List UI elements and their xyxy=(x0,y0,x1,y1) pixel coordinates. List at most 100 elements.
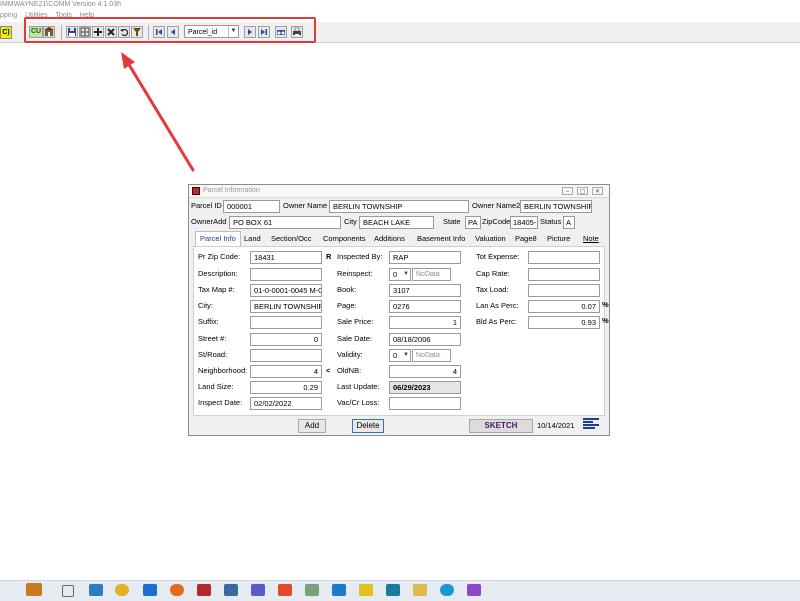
briefcase-icon[interactable] xyxy=(26,583,42,596)
suffix-label: Suffix: xyxy=(198,317,219,326)
minimize-icon[interactable]: – xyxy=(562,187,573,195)
st-road-field[interactable] xyxy=(250,349,322,362)
zip-code-label: ZipCode xyxy=(482,217,511,226)
restore-icon[interactable]: ▢ xyxy=(577,187,588,195)
book-label: Book: xyxy=(337,285,357,294)
page-field[interactable]: 0276 xyxy=(389,300,461,313)
vac-cr-loss-field[interactable] xyxy=(389,397,461,410)
task-view-icon[interactable] xyxy=(62,585,74,597)
tab-parcel-info[interactable]: Parcel Info xyxy=(195,231,241,247)
city-label-col: City: xyxy=(198,301,213,310)
lan-as-perc-label: Lan As Perc: xyxy=(476,301,519,310)
oldnb-field[interactable]: 4 xyxy=(389,365,461,378)
footer-date: 10/14/2021 xyxy=(537,421,575,430)
owner-name2-label: Owner Name2 xyxy=(472,201,521,210)
explorer-icon[interactable] xyxy=(413,584,427,596)
tab-section-occ[interactable]: Section/Occ xyxy=(271,232,311,246)
app-icon xyxy=(192,187,200,195)
land-size-field[interactable]: 0.29 xyxy=(250,381,322,394)
tab-basement-info[interactable]: Basement Info xyxy=(417,232,465,246)
vscode-icon[interactable] xyxy=(332,584,346,596)
cap-rate-label: Cap Rate: xyxy=(476,269,510,278)
reinspect-select[interactable]: 0 ▼ NoData xyxy=(389,268,461,281)
inspected-by-field[interactable]: RAP xyxy=(389,251,461,264)
validity-nodata: NoData xyxy=(412,349,451,362)
neighborhood-field[interactable]: 4 xyxy=(250,365,322,378)
zip-code-field[interactable]: 18405- xyxy=(510,216,538,229)
firefox-icon[interactable] xyxy=(170,584,184,596)
app-icon[interactable] xyxy=(305,584,319,596)
validity-select[interactable]: 0 ▼ NoData xyxy=(389,349,461,362)
city-label: City xyxy=(344,217,357,226)
state-label: State xyxy=(443,217,461,226)
dialog-title-bar[interactable]: Parcel Information – ▢ ✕ xyxy=(189,185,609,198)
validity-label: Validity: xyxy=(337,350,363,359)
add-button[interactable]: Add xyxy=(298,419,326,433)
tab-note[interactable]: Note xyxy=(583,232,599,246)
tot-expense-label: Tot Expense: xyxy=(476,252,520,261)
neighborhood-flag: < xyxy=(326,366,331,375)
sketch-button[interactable]: SKETCH xyxy=(469,419,533,433)
edge-icon[interactable] xyxy=(440,584,454,596)
app-icon[interactable] xyxy=(224,584,238,596)
owner-add-label: OwnerAdd xyxy=(191,217,227,226)
suffix-field[interactable] xyxy=(250,316,322,329)
tax-map-label: Tax Map #: xyxy=(198,285,235,294)
bld-as-perc-field[interactable]: 0.93 xyxy=(528,316,600,329)
bld-as-perc-label: Bld As Perc: xyxy=(476,317,517,326)
status-field[interactable]: A xyxy=(563,216,575,229)
tax-load-field[interactable] xyxy=(528,284,600,297)
oldnb-label: OldNB: xyxy=(337,366,362,375)
chrome-icon[interactable] xyxy=(115,584,129,596)
app-icon[interactable] xyxy=(386,584,400,596)
bld-pct-sign: % xyxy=(602,316,609,325)
description-field[interactable] xyxy=(250,268,322,281)
delete-button[interactable]: Delete xyxy=(352,419,384,433)
close-icon[interactable]: ✕ xyxy=(592,187,603,195)
logo-icon xyxy=(583,418,599,432)
book-field[interactable]: 3107 xyxy=(389,284,461,297)
owner-add-field[interactable]: PO BOX 61 xyxy=(229,216,341,229)
city-field[interactable]: BEACH LAKE xyxy=(359,216,434,229)
sale-date-field[interactable]: 08/18/2006 xyxy=(389,333,461,346)
state-field[interactable]: PA xyxy=(465,216,481,229)
tab-components[interactable]: Components xyxy=(323,232,366,246)
sticky-notes-icon[interactable] xyxy=(359,584,373,596)
owner-name2-field[interactable]: BERLIN TOWNSHIF xyxy=(520,200,592,213)
pr-zip-flag: R xyxy=(326,252,332,261)
tab-additions[interactable]: Additions xyxy=(374,232,405,246)
lan-pct-sign: % xyxy=(602,300,609,309)
tax-map-field[interactable]: 01-0-0001-0045 M-0( xyxy=(250,284,322,297)
pr-zip-field[interactable]: 18431 xyxy=(250,251,322,264)
last-update-field: 06/29/2023 xyxy=(389,381,461,394)
tab-picture[interactable]: Picture xyxy=(547,232,570,246)
app-icon[interactable] xyxy=(467,584,481,596)
chevron-down-icon[interactable]: ▼ xyxy=(402,269,410,279)
sale-price-label: Sale Price: xyxy=(337,317,374,326)
file-manager-icon[interactable] xyxy=(89,584,103,596)
street-no-field[interactable]: 0 xyxy=(250,333,322,346)
owner-name-field[interactable]: BERLIN TOWNSHIP xyxy=(329,200,469,213)
tab-page8[interactable]: Page8 xyxy=(515,232,537,246)
tot-expense-field[interactable] xyxy=(528,251,600,264)
teams-icon[interactable] xyxy=(251,584,265,596)
city-field-col[interactable]: BERLIN TOWNSHIP xyxy=(250,300,322,313)
lan-as-perc-field[interactable]: 0.07 xyxy=(528,300,600,313)
inspect-date-field[interactable]: 02/02/2022 xyxy=(250,397,322,410)
street-no-label: Street #: xyxy=(198,334,227,343)
sale-price-field[interactable]: 1 xyxy=(389,316,461,329)
tab-land[interactable]: Land xyxy=(244,232,261,246)
tab-valuation[interactable]: Valuation xyxy=(475,232,506,246)
access-icon[interactable] xyxy=(197,584,211,596)
s-app-icon[interactable] xyxy=(278,584,292,596)
inspect-date-label: Inspect Date: xyxy=(198,398,243,407)
chevron-down-icon[interactable]: ▼ xyxy=(402,350,410,360)
outlook-icon[interactable] xyxy=(143,584,157,596)
parcel-id-label: Parcel ID xyxy=(191,201,222,210)
inspected-by-label: Inspected By: xyxy=(337,252,383,261)
owner-name-label: Owner Name xyxy=(283,201,328,210)
cap-rate-field[interactable] xyxy=(528,268,600,281)
parcel-id-field[interactable]: 000001 xyxy=(223,200,280,213)
land-size-label: Land Size: xyxy=(198,382,234,391)
reinspect-label: Reinspect: xyxy=(337,269,373,278)
